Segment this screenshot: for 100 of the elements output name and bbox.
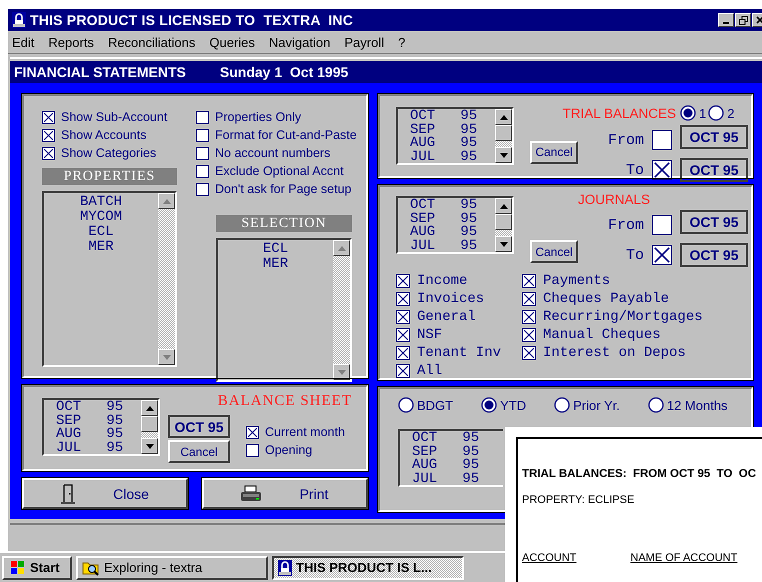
checkbox[interactable] — [652, 215, 672, 235]
scroll-down-button[interactable] — [495, 147, 512, 163]
menu-item[interactable]: ? — [398, 34, 406, 50]
selection-list[interactable]: ECL MER — [216, 238, 352, 382]
month-list[interactable]: OCT 95 SEP 95 AUG 95 JUL 95 — [396, 107, 514, 165]
scroll-up-button[interactable] — [141, 400, 158, 416]
scroll-up-button[interactable] — [495, 109, 512, 125]
checkbox[interactable] — [396, 364, 410, 378]
month-item[interactable]: SEP 95 — [410, 212, 495, 226]
scroll-down-button[interactable] — [158, 349, 175, 365]
month-item[interactable]: JUL 95 — [56, 442, 141, 455]
checkbox-label: Cheques Payable — [543, 291, 670, 307]
month-item[interactable]: SEP 95 — [410, 124, 495, 137]
radio-button[interactable] — [648, 397, 664, 413]
checkbox[interactable] — [522, 274, 536, 288]
checkbox[interactable] — [246, 444, 259, 456]
radio-button[interactable] — [708, 105, 724, 121]
up-arrow-icon — [162, 198, 170, 204]
checkbox[interactable] — [396, 328, 410, 342]
checkbox[interactable] — [652, 160, 672, 180]
checkbox[interactable] — [196, 110, 209, 124]
month-item[interactable]: SEP 95 — [56, 414, 141, 428]
scrollbar[interactable] — [141, 400, 158, 454]
radio-button[interactable] — [398, 397, 414, 413]
scrollbar-thumb[interactable] — [495, 214, 512, 230]
checkbox[interactable] — [42, 110, 55, 124]
start-button[interactable]: Start — [2, 556, 72, 580]
checkbox-label: Don't ask for Page setup — [215, 182, 352, 196]
checkbox[interactable] — [652, 245, 672, 265]
minimize-button[interactable] — [718, 13, 734, 27]
menu-item[interactable]: Reconciliations — [108, 34, 196, 50]
scrollbar[interactable] — [495, 198, 512, 252]
scroll-up-button[interactable] — [495, 198, 512, 214]
taskbar-button[interactable]: Exploring - textra — [76, 556, 268, 580]
month-item[interactable]: OCT 95 — [410, 199, 495, 212]
month-item[interactable]: OCT 95 — [412, 432, 503, 446]
up-arrow-icon — [500, 114, 508, 120]
scroll-down-button[interactable] — [495, 236, 512, 252]
cancel-button[interactable]: Cancel — [168, 440, 230, 463]
restore-button[interactable] — [735, 13, 751, 27]
list-item[interactable]: ECL — [262, 242, 288, 257]
print-button[interactable]: Print — [202, 478, 368, 509]
from-date-field: OCT 95 — [680, 125, 748, 149]
checkbox[interactable] — [42, 128, 55, 142]
scroll-down-button[interactable] — [141, 438, 158, 454]
up-arrow-icon — [338, 246, 346, 250]
month-item[interactable]: AUG 95 — [412, 459, 503, 472]
checkbox[interactable] — [196, 164, 209, 178]
cancel-button[interactable]: Cancel — [530, 140, 578, 164]
scrollbar-thumb[interactable] — [141, 416, 158, 432]
checkbox[interactable] — [522, 292, 536, 306]
month-item[interactable]: JUL 95 — [410, 240, 495, 253]
menu-item[interactable]: Payroll — [344, 34, 384, 50]
month-item[interactable]: AUG 95 — [410, 137, 495, 150]
checkbox[interactable] — [652, 130, 672, 150]
month-item[interactable]: AUG 95 — [410, 226, 495, 240]
checkbox[interactable] — [196, 128, 209, 142]
checkbox[interactable] — [42, 146, 55, 160]
list-item[interactable]: MER — [262, 257, 288, 272]
month-item[interactable]: OCT 95 — [56, 401, 141, 414]
checkbox[interactable] — [246, 426, 259, 438]
radio-button[interactable] — [481, 397, 498, 413]
menu-item[interactable]: Queries — [209, 34, 255, 50]
checkbox[interactable] — [196, 146, 209, 160]
month-item[interactable]: SEP 95 — [412, 446, 503, 459]
list-item[interactable]: ECL — [88, 225, 114, 240]
scroll-up-button[interactable] — [333, 240, 350, 256]
scrollbar-thumb[interactable] — [495, 125, 512, 141]
scroll-up-button[interactable] — [158, 193, 175, 209]
month-item[interactable]: JUL 95 — [410, 150, 495, 164]
report-property: PROPERTY: ECLIPSE — [522, 494, 636, 506]
list-item[interactable]: MER — [88, 240, 114, 255]
scroll-down-button[interactable] — [333, 364, 350, 380]
menu-item[interactable]: Edit — [12, 34, 34, 50]
list-item[interactable]: MYCOM — [80, 210, 122, 225]
month-item[interactable]: OCT 95 — [410, 110, 495, 124]
checkbox[interactable] — [396, 346, 410, 360]
checkbox[interactable] — [522, 328, 536, 342]
close-button[interactable]: Close — [22, 478, 188, 509]
properties-list[interactable]: BATCH MYCOM ECL MER — [42, 191, 177, 367]
radio-button[interactable] — [680, 105, 696, 121]
scrollbar[interactable] — [495, 109, 512, 163]
checkbox[interactable] — [522, 310, 536, 324]
month-item[interactable]: JUL 95 — [412, 472, 503, 486]
taskbar-button[interactable]: THIS PRODUCT IS L... — [272, 556, 464, 580]
list-item[interactable]: BATCH — [80, 195, 122, 210]
month-list[interactable]: OCT 95 SEP 95 AUG 95 JUL 95 — [42, 398, 160, 456]
checkbox[interactable] — [396, 292, 410, 306]
radio-button[interactable] — [554, 397, 570, 413]
checkbox[interactable] — [396, 274, 410, 288]
month-item[interactable]: AUG 95 — [56, 428, 141, 442]
cancel-button[interactable]: Cancel — [530, 240, 578, 263]
menu-item[interactable]: Reports — [48, 34, 94, 50]
month-list[interactable]: OCT 95 SEP 95 AUG 95 JUL 95 — [398, 429, 503, 487]
down-arrow-icon — [338, 370, 346, 374]
month-list[interactable]: OCT 95 SEP 95 AUG 95 JUL 95 — [396, 196, 514, 254]
checkbox[interactable] — [396, 310, 410, 324]
menu-item[interactable]: Navigation — [268, 34, 330, 50]
checkbox[interactable] — [522, 346, 536, 360]
checkbox[interactable] — [196, 182, 209, 196]
